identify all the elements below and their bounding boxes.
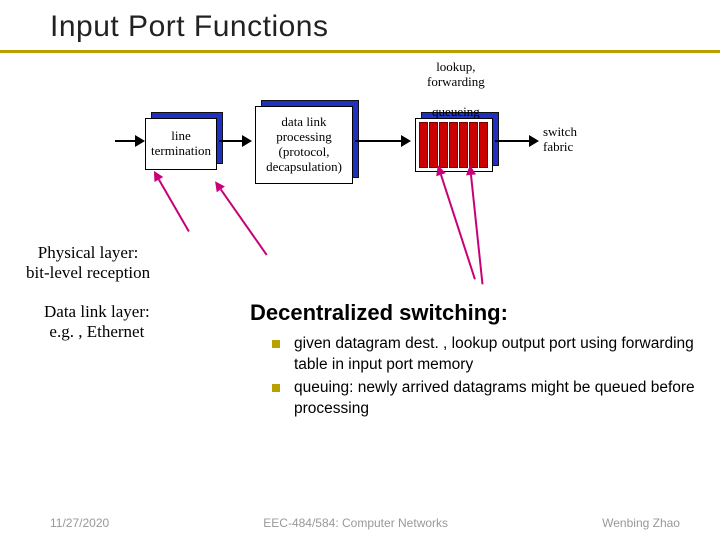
queue-slot [439, 122, 448, 168]
annotation-physical: Physical layer: bit-level reception [26, 243, 150, 284]
decentralized-block: Decentralized switching: given datagram … [250, 300, 700, 422]
arrow-in [115, 140, 137, 142]
box-data-link: data link processing (protocol, decapsul… [255, 106, 353, 184]
queue-slot [419, 122, 428, 168]
footer-date: 11/27/2020 [50, 516, 109, 530]
bullet-text: given datagram dest. , lookup output por… [294, 334, 700, 376]
queue-slot [469, 122, 478, 168]
decentralized-heading: Decentralized switching: [250, 300, 700, 326]
box3-label: lookup, forwarding queueing [427, 60, 485, 120]
footer-course: EEC-484/584: Computer Networks [263, 516, 448, 530]
footer: 11/27/2020 EEC-484/584: Computer Network… [0, 516, 720, 530]
arrow-1-2 [219, 140, 244, 142]
annotation-datalink: Data link layer: e.g. , Ethernet [44, 302, 150, 343]
box-queue [415, 118, 493, 172]
queue-slot [449, 122, 458, 168]
box-line-termination: line termination [145, 118, 217, 170]
switch-fabric-label: switch fabric [543, 125, 577, 155]
footer-author: Wenbing Zhao [602, 516, 680, 530]
queue-slot [429, 122, 438, 168]
bullet-item: queuing: newly arrived datagrams might b… [272, 378, 700, 420]
arrow-out [495, 140, 531, 142]
arrow-2-3 [355, 140, 403, 142]
bullet-text: queuing: newly arrived datagrams might b… [294, 378, 700, 420]
bullet-square-icon [272, 340, 280, 348]
bullet-square-icon [272, 384, 280, 392]
slide-title: Input Port Functions [0, 0, 720, 53]
bullet-item: given datagram dest. , lookup output por… [272, 334, 700, 376]
queue-slot [479, 122, 488, 168]
queue-slot [459, 122, 468, 168]
diagram-area: line termination data link processing (p… [145, 90, 605, 220]
